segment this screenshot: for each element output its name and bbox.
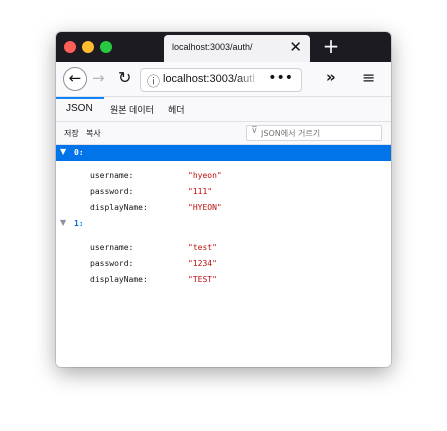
tree-row-1[interactable]: ▼ 1: [56, 215, 391, 231]
field-key: password: [90, 259, 134, 268]
json-viewer-tabs: JSON 원본 데이터 헤더 [56, 97, 391, 122]
title-bar: localhost:3003/auth/ ✕ + [56, 32, 391, 62]
expand-toggle-icon[interactable]: ▼ [60, 218, 66, 227]
tab-title: localhost:3003/auth/ [172, 42, 253, 52]
field-value: "1234" [188, 259, 217, 268]
reload-button[interactable]: ↻ [118, 68, 131, 87]
filter-icon: ⊽ [251, 126, 258, 136]
tab-raw-data[interactable]: 원본 데이터 [110, 103, 154, 116]
filter-input[interactable] [261, 126, 377, 140]
filter-box[interactable]: ⊽ [246, 125, 382, 141]
save-button[interactable]: 저장 [64, 128, 79, 139]
field-value: "HYEON" [188, 203, 222, 212]
browser-window: localhost:3003/auth/ ✕ + ← → ↻ ⓘ localho… [56, 32, 391, 367]
array-index-key: 1: [74, 219, 84, 228]
field-key: username: [90, 171, 134, 180]
field-value: "111" [188, 187, 213, 196]
copy-button[interactable]: 복사 [86, 128, 101, 139]
url-fade [237, 70, 259, 90]
menu-button[interactable]: ≡ [362, 68, 375, 87]
tree-row-0[interactable]: ▼ 0: [56, 145, 391, 161]
site-info-icon[interactable]: ⓘ [147, 71, 160, 90]
back-button[interactable]: ← [63, 67, 87, 91]
field-key: username: [90, 243, 134, 252]
zoom-window-button[interactable] [100, 41, 112, 53]
json-toolbar: 저장 복사 ⊽ [56, 122, 391, 145]
field-key: password: [90, 187, 134, 196]
address-bar[interactable]: ⓘ localhost:3003/auth/ ••• [140, 68, 302, 92]
forward-button[interactable]: → [92, 69, 105, 87]
field-value: "TEST" [188, 275, 217, 284]
field-value: "hyeon" [188, 171, 222, 180]
close-window-button[interactable] [64, 41, 76, 53]
browser-tab[interactable]: localhost:3003/auth/ ✕ [164, 35, 310, 62]
toolbar-overflow-button[interactable]: » [326, 68, 336, 86]
tab-json[interactable]: JSON [66, 103, 93, 114]
json-tree: ▼ 0: username: "hyeon" password: "111" d… [56, 145, 391, 367]
field-value: "test" [188, 243, 217, 252]
new-tab-button[interactable]: + [319, 35, 343, 59]
navigation-toolbar: ← → ↻ ⓘ localhost:3003/auth/ ••• » ≡ [56, 62, 391, 97]
minimize-window-button[interactable] [82, 41, 94, 53]
expand-toggle-icon[interactable]: ▼ [60, 147, 66, 156]
tab-close-icon[interactable]: ✕ [289, 38, 302, 56]
field-key: displayName: [90, 275, 148, 284]
page-actions-icon[interactable]: ••• [268, 70, 293, 86]
active-tab-indicator [56, 97, 104, 99]
array-index-key: 0: [74, 148, 84, 157]
tab-headers[interactable]: 헤더 [168, 103, 185, 116]
field-key: displayName: [90, 203, 148, 212]
